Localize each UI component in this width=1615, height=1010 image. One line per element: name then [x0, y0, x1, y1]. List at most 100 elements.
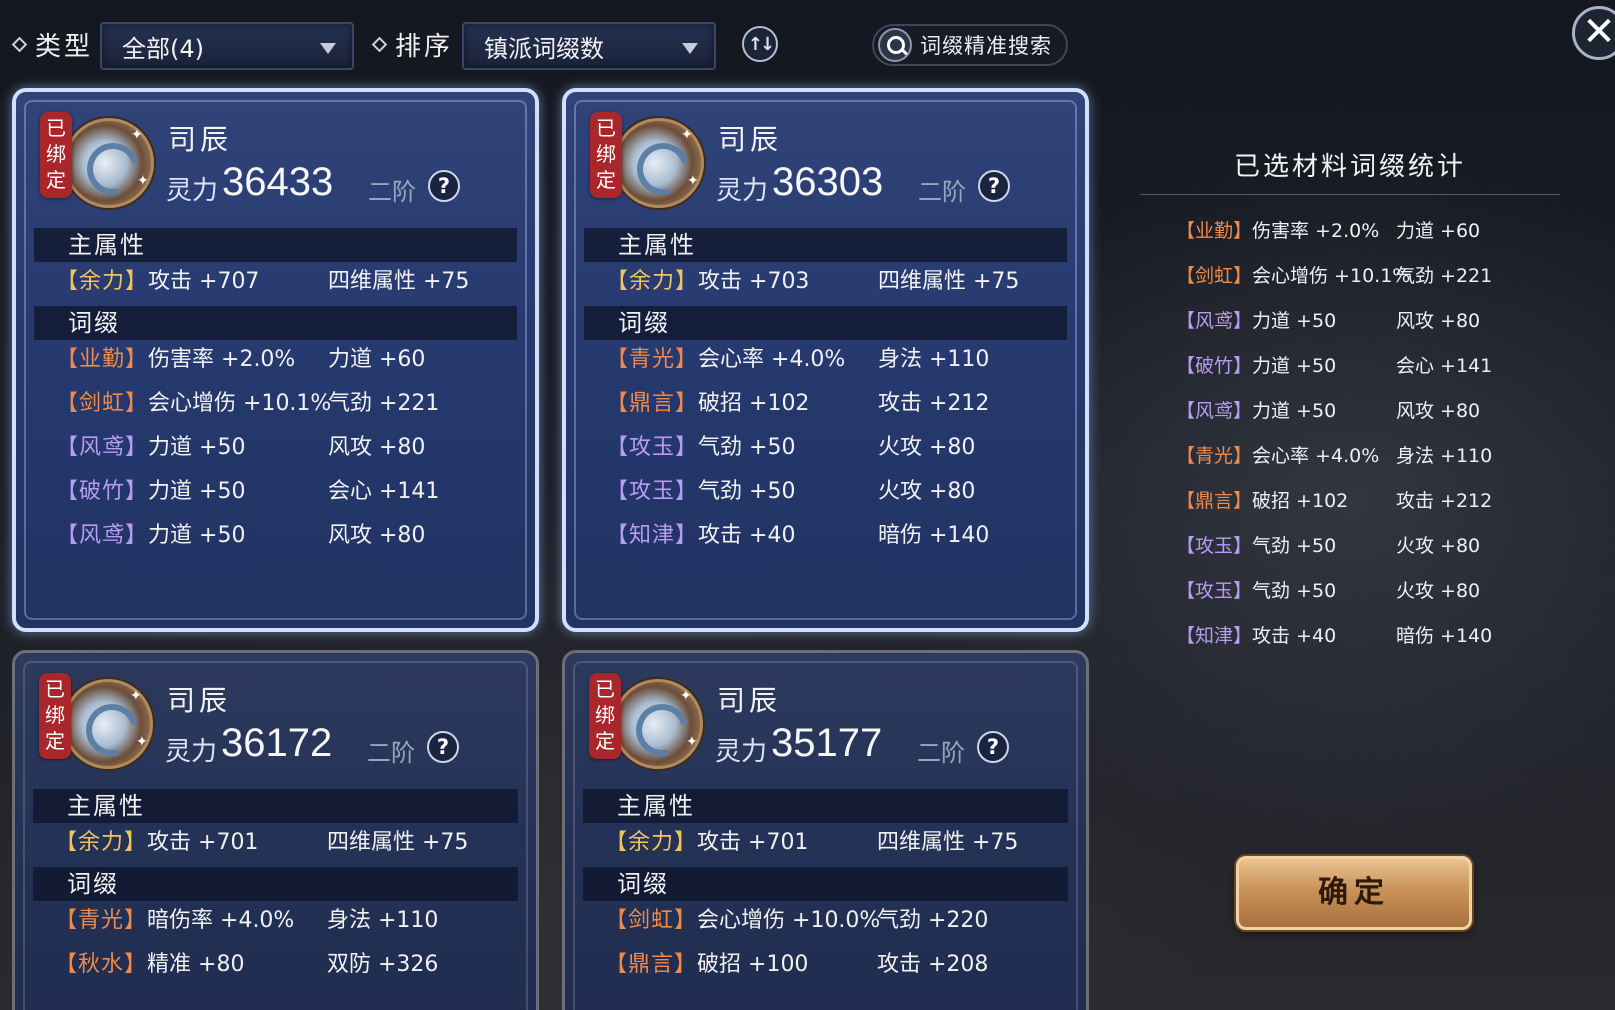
tier-label: 二阶	[917, 739, 965, 767]
affix-tag: 【风鸢】	[1176, 310, 1253, 332]
main-attr-header: 主属性	[583, 789, 1068, 823]
item-name: 司辰	[717, 684, 782, 717]
stat-row: 【鼎言】破招 +102 攻击 +212	[1176, 490, 1493, 512]
star-icon: ✦	[680, 688, 692, 704]
close-icon[interactable]: ✕	[1572, 6, 1615, 60]
stat-row: 【破竹】力道 +50 会心 +141	[1176, 355, 1493, 377]
chevron-down-icon	[682, 43, 698, 54]
help-icon[interactable]: ?	[427, 731, 459, 763]
affix-tag: 【攻玉】	[1176, 580, 1253, 602]
equipment-card[interactable]: 已绑定 ✦ ✦ 司辰 灵力 36433 二阶? 主属性 【余力】攻击 +707 四维属性 +7…	[12, 88, 539, 632]
type-filter-label: 类型	[11, 26, 93, 62]
affix-tag: 【业勤】	[1176, 220, 1253, 242]
affix-tag: 【青光】	[606, 347, 699, 372]
confirm-button[interactable]: 确定	[1236, 856, 1472, 930]
stats-title: 已选材料词缀统计	[1233, 152, 1466, 182]
star-icon: ✦	[687, 173, 699, 189]
main-attr-row: 【余力】攻击 +707 四维属性 +75	[56, 269, 470, 294]
bound-badge: 已绑定	[589, 673, 621, 759]
star-icon: ✦	[137, 173, 149, 189]
main-attr-row: 【余力】攻击 +703 四维属性 +75	[606, 269, 1020, 294]
main-attr-header: 主属性	[584, 228, 1067, 262]
wave-emblem-icon: ✦ ✦	[64, 118, 154, 208]
affix-tag: 【剑虹】	[56, 391, 149, 416]
affix-tag: 【知津】	[606, 523, 699, 548]
affix-header: 词缀	[583, 867, 1068, 901]
affix-row: 【业勤】伤害率 +2.0% 力道 +60	[56, 347, 426, 372]
affix-tag: 【风鸢】	[56, 523, 149, 548]
affix-row: 【风鸢】力道 +50 风攻 +80	[56, 523, 426, 548]
affix-search-button[interactable]: 词缀精准搜索	[872, 24, 1068, 66]
equipment-card[interactable]: 已绑定 ✦ ✦ 司辰 灵力 36303 二阶? 主属性 【余力】攻击 +703 四维属性 +7…	[562, 88, 1089, 632]
affix-tag: 【鼎言】	[1176, 490, 1253, 512]
stat-row: 【风鸢】力道 +50 风攻 +80	[1176, 400, 1481, 422]
divider	[1140, 194, 1560, 195]
affix-tag: 【剑虹】	[1176, 265, 1253, 287]
power-label: 灵力	[165, 737, 218, 767]
affix-row: 【剑虹】会心增伤 +10.1% 气劲 +221	[56, 391, 440, 416]
sort-dropdown[interactable]: 镇派词缀数	[462, 22, 716, 70]
main-attr-header: 主属性	[34, 228, 517, 262]
stat-row: 【剑虹】会心增伤 +10.1% 气劲 +221	[1176, 265, 1493, 287]
star-icon: ✦	[131, 127, 143, 143]
affix-tag: 【青光】	[55, 908, 148, 933]
power-value: 35177	[771, 721, 883, 765]
main-attr-row: 【余力】攻击 +701 四维属性 +75	[55, 830, 469, 855]
power-label: 灵力	[166, 176, 219, 206]
sort-dropdown-value: 镇派词缀数	[484, 34, 604, 63]
affix-tag: 【风鸢】	[56, 435, 149, 460]
bound-badge: 已绑定	[590, 112, 622, 198]
affix-tag: 【秋水】	[55, 952, 148, 977]
help-icon[interactable]: ?	[428, 170, 460, 202]
star-icon: ✦	[130, 688, 142, 704]
stat-row: 【知津】攻击 +40 暗伤 +140	[1176, 625, 1493, 647]
affix-tag: 【风鸢】	[1176, 400, 1253, 422]
type-dropdown[interactable]: 全部(4)	[100, 22, 354, 70]
affix-row: 【鼎言】破招 +102 攻击 +212	[606, 391, 990, 416]
affix-header: 词缀	[584, 306, 1067, 340]
affix-row: 【秋水】精准 +80 双防 +326	[55, 952, 439, 977]
affix-tag: 【攻玉】	[1176, 535, 1253, 557]
affix-tag: 【攻玉】	[606, 479, 699, 504]
equipment-card[interactable]: 已绑定 ✦ ✦ 司辰 灵力 36172 二阶? 主属性 【余力】攻击 +701 四维属性 +7…	[12, 650, 539, 1010]
affix-row: 【攻玉】气劲 +50 火攻 +80	[606, 435, 976, 460]
bound-badge: 已绑定	[39, 673, 71, 759]
tier-label: 二阶	[367, 739, 415, 767]
affix-row: 【风鸢】力道 +50 风攻 +80	[56, 435, 426, 460]
power-value: 36303	[772, 160, 884, 204]
star-icon: ✦	[136, 734, 148, 750]
help-icon[interactable]: ?	[977, 731, 1009, 763]
tier-label: 二阶	[368, 178, 416, 206]
power-value: 36433	[222, 160, 334, 204]
affix-row: 【青光】会心率 +4.0% 身法 +110	[606, 347, 990, 372]
main-attr-row: 【余力】攻击 +701 四维属性 +75	[605, 830, 1019, 855]
sort-order-icon[interactable]: ↑↓	[742, 26, 778, 62]
affix-tag: 【破竹】	[56, 479, 149, 504]
affix-tag: 【青光】	[1176, 445, 1253, 467]
affix-tag: 【知津】	[1176, 625, 1253, 647]
stat-row: 【攻玉】气劲 +50 火攻 +80	[1176, 535, 1481, 557]
wave-emblem-icon: ✦ ✦	[63, 679, 153, 769]
diamond-icon	[371, 36, 388, 52]
affix-header: 词缀	[34, 306, 517, 340]
stat-row: 【攻玉】气劲 +50 火攻 +80	[1176, 580, 1481, 602]
affix-row: 【剑虹】会心增伤 +10.0% 气劲 +220	[605, 908, 989, 933]
affix-tag: 【攻玉】	[606, 435, 699, 460]
affix-row: 【知津】攻击 +40 暗伤 +140	[606, 523, 990, 548]
affix-header: 词缀	[33, 867, 518, 901]
affix-tag: 【鼎言】	[605, 952, 698, 977]
affix-tag: 【业勤】	[56, 347, 149, 372]
stat-row: 【业勤】伤害率 +2.0% 力道 +60	[1176, 220, 1481, 242]
item-name: 司辰	[167, 684, 232, 717]
affix-tag: 【鼎言】	[606, 391, 699, 416]
affix-tag: 【剑虹】	[605, 908, 698, 933]
type-dropdown-value: 全部(4)	[122, 34, 204, 63]
power-label: 灵力	[715, 737, 768, 767]
help-icon[interactable]: ?	[978, 170, 1010, 202]
item-name: 司辰	[718, 123, 783, 156]
diamond-icon	[11, 36, 28, 52]
search-button-label: 词缀精准搜索	[920, 34, 1052, 58]
equipment-card[interactable]: 已绑定 ✦ ✦ 司辰 灵力 35177 二阶? 主属性 【余力】攻击 +701 四维属性 +7…	[562, 650, 1089, 1010]
chevron-down-icon	[320, 43, 336, 54]
tier-label: 二阶	[918, 178, 966, 206]
